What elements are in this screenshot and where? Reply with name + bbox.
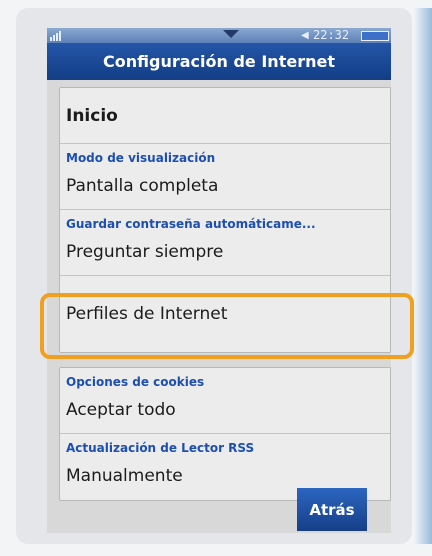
menu-item-save-password[interactable]: Guardar contraseña automáticame... Pregu… (60, 210, 390, 276)
menu-item-cookie-options[interactable]: Opciones de cookies Aceptar todo (60, 368, 390, 434)
menu-item-label: Actualización de Lector RSS (66, 441, 255, 455)
menu-item-value: Inicio (66, 105, 118, 126)
down-arrow-icon[interactable] (223, 30, 239, 38)
highlight-ring (40, 293, 414, 359)
menu-item-label: Opciones de cookies (66, 375, 205, 389)
menu-item-value: Pantalla completa (66, 176, 219, 196)
status-bar: ◀ 22:32 (47, 28, 391, 43)
menu-item-label: Modo de visualización (66, 151, 216, 165)
speaker-icon: ◀ (301, 30, 309, 41)
menu-item-value: Preguntar siempre (66, 242, 224, 262)
settings-group-2: Opciones de cookies Aceptar todo Actuali… (59, 367, 391, 501)
back-button[interactable]: Atrás (297, 488, 367, 531)
edge-shade (414, 8, 432, 544)
menu-item-inicio[interactable]: Inicio (60, 88, 390, 144)
menu-item-value: Manualmente (66, 466, 183, 486)
battery-icon (361, 31, 389, 41)
menu-item-value: Aceptar todo (66, 400, 176, 420)
menu-item-label: Guardar contraseña automáticame... (66, 217, 316, 231)
page-title: Configuración de Internet (47, 43, 391, 80)
phone-screen: ◀ 22:32 Configuración de Internet Inicio… (47, 28, 391, 533)
clock: 22:32 (313, 28, 350, 42)
signal-bars-icon (50, 30, 61, 41)
menu-item-display-mode[interactable]: Modo de visualización Pantalla completa (60, 144, 390, 210)
